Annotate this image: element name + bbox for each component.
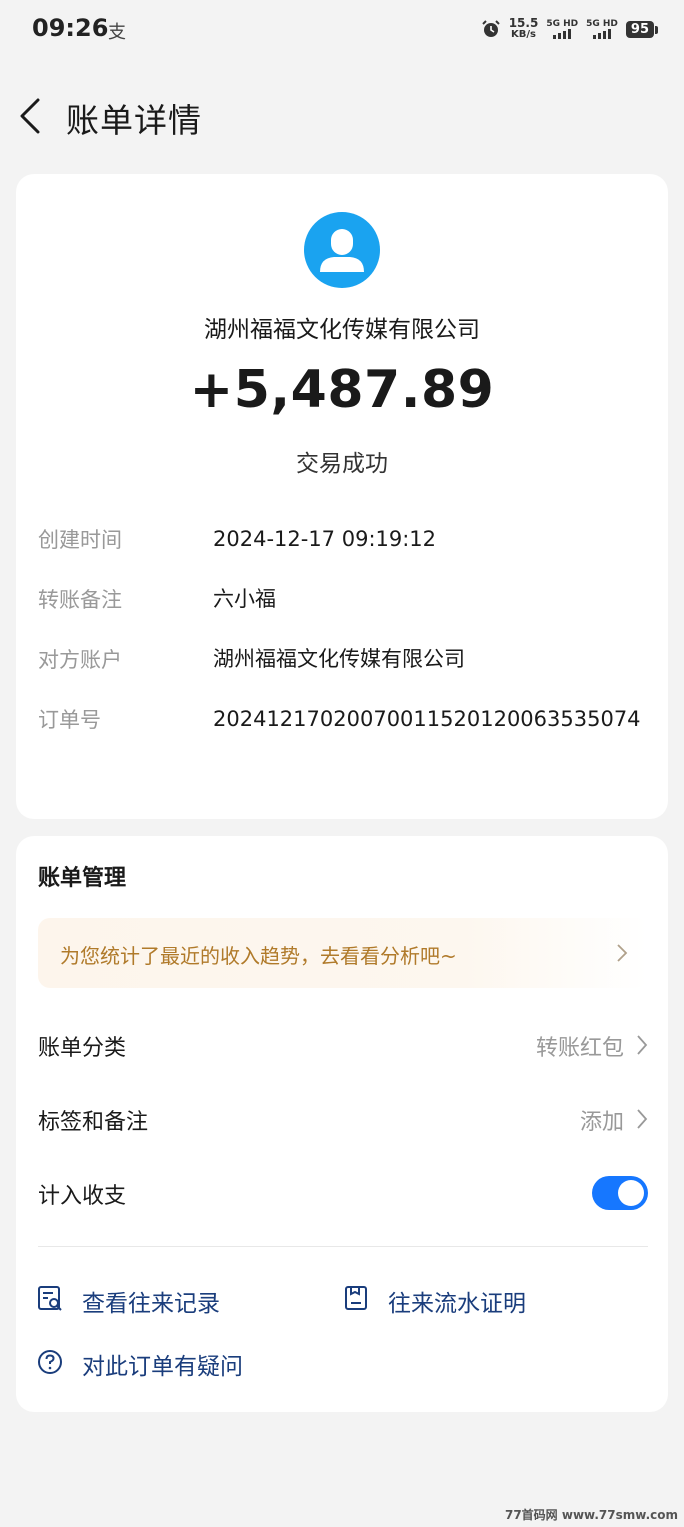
user-avatar-icon: [320, 229, 364, 272]
transaction-card: 湖州福福文化传媒有限公司 +5,487.89 交易成功 创建时间 2024-12…: [16, 174, 668, 819]
counterparty-name: 湖州福福文化传媒有限公司: [204, 317, 480, 343]
net-speed-unit: KB/s: [511, 29, 536, 40]
watermark: 77首码网 www.77smw.com: [504, 1508, 678, 1522]
signal-1: 5G HD: [546, 19, 578, 39]
status-time: 09:26: [32, 14, 109, 42]
bill-category-label: 账单分类: [38, 1036, 127, 1061]
status-indicators: 15.5 KB/s 5G HD 5G HD 95: [481, 14, 659, 44]
count-in-budget-label: 计入收支: [38, 1184, 127, 1209]
income-trend-banner[interactable]: 为您统计了最近的收入趋势，去看看分析吧~: [38, 918, 648, 988]
order-number-label: 订单号: [38, 708, 101, 732]
order-number-value: 20241217020070011520120063535074: [213, 707, 641, 731]
counterparty-account-value: 湖州福福文化传媒有限公司: [213, 647, 465, 671]
created-time-value: 2024-12-17 09:19:12: [213, 527, 437, 551]
alipay-notification-icon: 支: [108, 22, 126, 43]
transfer-note-value: 六小福: [213, 587, 276, 611]
page-title: 账单详情: [66, 101, 202, 140]
counterparty-account-label: 对方账户: [38, 648, 122, 672]
created-time-label: 创建时间: [38, 528, 122, 552]
signal-bars-icon: [546, 29, 578, 39]
document-icon: [345, 1286, 367, 1310]
alarm-icon: [481, 20, 500, 37]
avatar: [304, 212, 380, 288]
order-question-text: 对此订单有疑问: [82, 1354, 243, 1380]
section-title: 账单管理: [38, 866, 127, 891]
signal-2-label: 5G HD: [586, 19, 618, 29]
document-search-icon: [38, 1286, 62, 1311]
divider: [38, 1246, 648, 1247]
signal-bars-icon: [586, 29, 618, 39]
header: 账单详情: [0, 80, 684, 152]
net-speed-value: 15.5: [508, 16, 539, 30]
transaction-status: 交易成功: [296, 451, 388, 477]
battery-icon: 95: [625, 20, 659, 38]
transfer-note-label: 转账备注: [38, 588, 122, 612]
signal-1-label: 5G HD: [546, 19, 579, 29]
signal-2: 5G HD: [586, 19, 618, 39]
chevron-right-icon: [637, 1035, 648, 1055]
tags-notes-value: 添加: [579, 1110, 624, 1135]
bill-category-value: 转账红包: [535, 1036, 624, 1061]
count-in-budget-toggle[interactable]: [592, 1176, 648, 1210]
transaction-proof-text: 往来流水证明: [388, 1291, 526, 1317]
view-history-text: 查看往来记录: [82, 1291, 220, 1317]
toggle-knob: [618, 1180, 644, 1206]
net-speed: 15.5 KB/s: [509, 17, 539, 41]
back-arrow-icon[interactable]: [14, 96, 50, 136]
chevron-right-icon: [637, 1109, 648, 1129]
tags-notes-label: 标签和备注: [38, 1110, 149, 1135]
status-bar: 09:26 支 15.5 KB/s 5G HD 5G HD 95: [0, 0, 684, 60]
bill-management-card: 账单管理 为您统计了最近的收入趋势，去看看分析吧~ 账单分类 转账红包 标签和备…: [16, 836, 668, 1412]
tip-text: 为您统计了最近的收入趋势，去看看分析吧~: [60, 944, 457, 968]
question-circle-icon: [38, 1350, 62, 1374]
transaction-amount: +5,487.89: [189, 360, 495, 420]
chevron-right-icon: [617, 944, 628, 962]
